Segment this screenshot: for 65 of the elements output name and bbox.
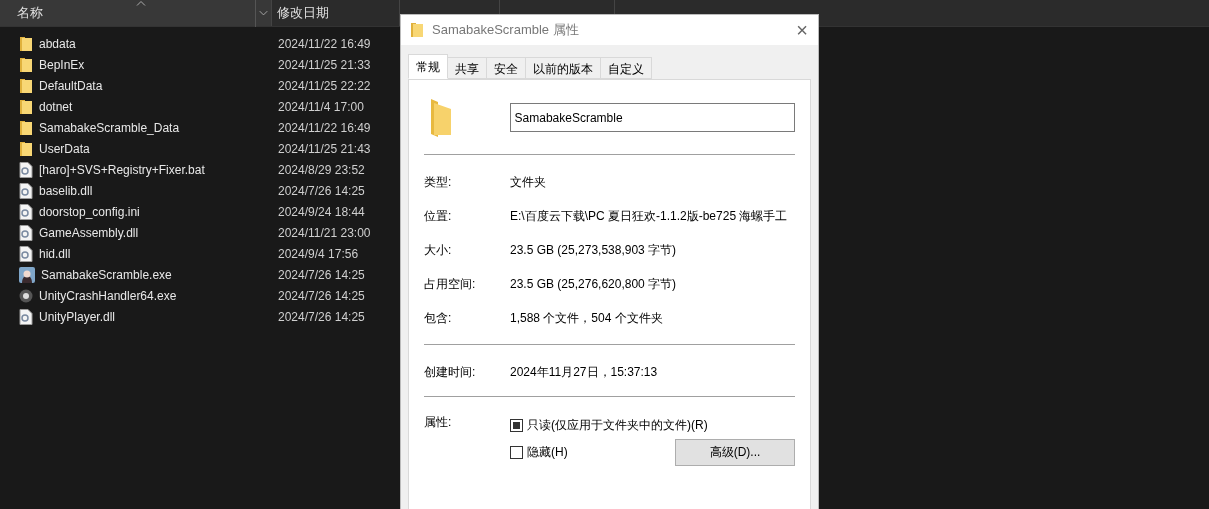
tab[interactable]: 自定义	[601, 57, 652, 79]
property-label: 大小:	[424, 242, 453, 259]
file-name[interactable]: dotnet	[39, 97, 73, 116]
checkbox[interactable]	[510, 445, 523, 459]
folder-icon	[19, 140, 33, 157]
file-name[interactable]: SamabakeScramble_Data	[39, 118, 180, 137]
property-value: 2024年11月27日，15:37:13	[510, 364, 658, 381]
file-name[interactable]: abdata	[39, 34, 76, 53]
modified-date: 2024/11/25 21:43	[278, 140, 371, 158]
name-field[interactable]: SamabakeScramble	[509, 103, 795, 132]
property-label: 占用空间:	[424, 276, 477, 293]
advanced-button[interactable]: 高级(D)...	[675, 438, 795, 466]
sort-caret-icon	[136, 1, 146, 6]
close-button[interactable]: ×	[792, 20, 812, 40]
file-name[interactable]: DefaultData	[39, 76, 103, 95]
file-name[interactable]: UnityPlayer.dll	[39, 307, 116, 326]
file-name[interactable]: baselib.dll	[39, 181, 93, 200]
modified-date: 2024/7/26 14:25	[278, 266, 365, 284]
folder-icon	[19, 98, 33, 115]
folder-icon	[19, 77, 33, 94]
modified-date: 2024/11/22 16:49	[278, 35, 371, 53]
property-value: E:\百度云下载\PC 夏日狂欢-1.1.2版-be725 海螺手工	[510, 208, 788, 225]
modified-date: 2024/11/21 23:00	[278, 224, 371, 242]
file-name[interactable]: UnityCrashHandler64.exe	[39, 286, 177, 305]
tab[interactable]: 常规	[408, 54, 448, 79]
modified-date: 2024/11/25 21:33	[278, 56, 371, 74]
file-name[interactable]: [haro]+SVS+Registry+Fixer.bat	[39, 160, 205, 179]
modified-date: 2024/9/24 18:44	[278, 203, 365, 221]
property-label: 创建时间:	[424, 364, 477, 381]
property-label: 位置:	[424, 208, 453, 225]
app-icon	[19, 266, 35, 283]
property-value: 文件夹	[510, 174, 546, 191]
property-value: 1,588 个文件，504 个文件夹	[510, 310, 663, 327]
file-name[interactable]: hid.dll	[39, 244, 71, 263]
modified-date: 2024/7/26 14:25	[278, 308, 365, 326]
folder-icon	[19, 56, 33, 73]
property-value: 23.5 GB (25,276,620,800 字节)	[510, 276, 677, 293]
file-name[interactable]: GameAssembly.dll	[39, 223, 139, 242]
folder-icon	[430, 98, 452, 137]
folder-icon	[410, 22, 424, 38]
modified-date: 2024/7/26 14:25	[278, 182, 365, 200]
column-header[interactable]: 名称	[0, 0, 272, 26]
folder-icon	[19, 35, 33, 52]
modified-date: 2024/11/4 17:00	[278, 98, 364, 116]
tab[interactable]: 以前的版本	[526, 57, 601, 79]
tab[interactable]: 共享	[448, 57, 487, 79]
file-name[interactable]: SamabakeScramble.exe	[41, 265, 172, 284]
modified-date: 2024/8/29 23:52	[278, 161, 365, 179]
property-value: 23.5 GB (25,273,538,903 字节)	[510, 242, 677, 259]
file-name[interactable]: BepInEx	[39, 55, 85, 74]
modified-date: 2024/11/25 22:22	[278, 77, 371, 95]
checkbox-label[interactable]: 隐藏(H)	[527, 443, 568, 461]
modified-date: 2024/7/26 14:25	[278, 287, 365, 305]
file-name[interactable]: UserData	[39, 139, 90, 158]
modified-date: 2024/11/22 16:49	[278, 119, 371, 137]
file-name[interactable]: doorstop_config.ini	[39, 202, 140, 221]
checkbox[interactable]	[510, 418, 523, 432]
property-label: 类型:	[424, 174, 453, 191]
property-label: 属性:	[424, 414, 453, 431]
checkbox-label[interactable]: 只读(仅应用于文件夹中的文件)(R)	[527, 416, 708, 434]
window-title: SamabakeScramble 属性	[432, 21, 580, 40]
property-label: 包含:	[424, 310, 453, 327]
tab[interactable]: 安全	[487, 57, 526, 79]
modified-date: 2024/9/4 17:56	[278, 245, 359, 263]
folder-icon	[19, 119, 33, 136]
